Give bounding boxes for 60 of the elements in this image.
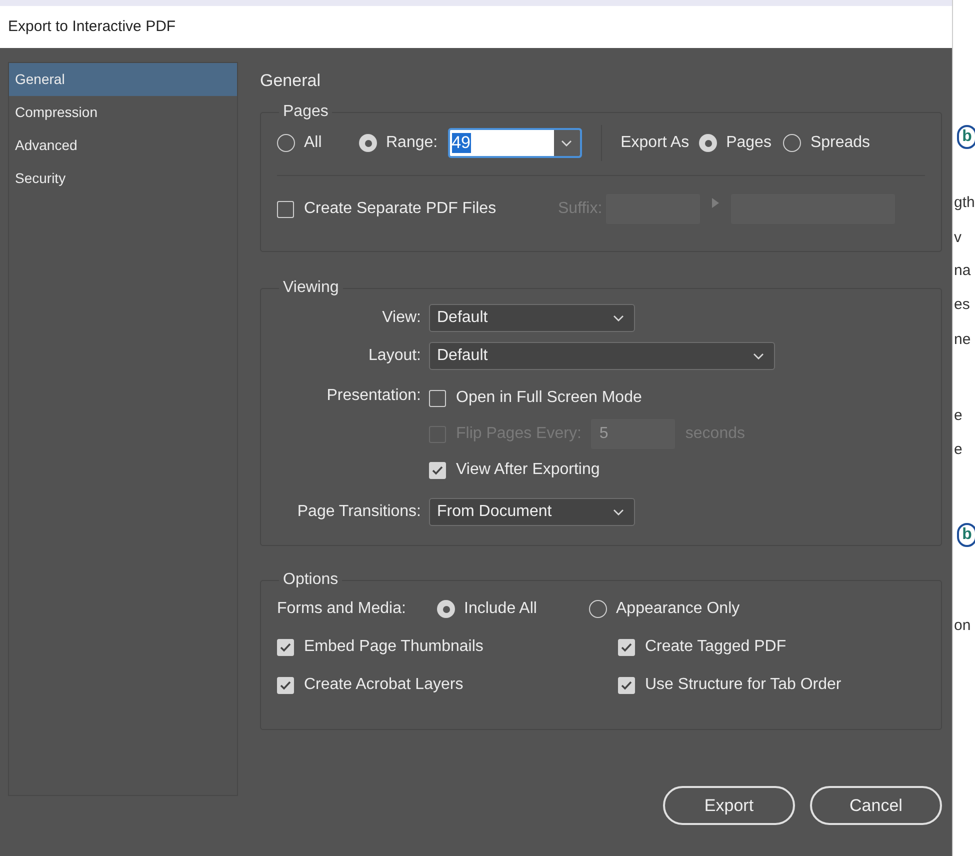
document-text: na <box>954 263 971 278</box>
radio-label[interactable]: All <box>304 131 322 155</box>
export-button[interactable]: Export <box>663 786 795 825</box>
chevron-down-icon <box>753 352 764 360</box>
radio-label[interactable]: Spreads <box>810 131 870 155</box>
chevron-down-icon <box>613 314 624 322</box>
field-label: View: <box>381 308 421 328</box>
document-text: e <box>954 408 962 423</box>
document-text: e <box>954 442 962 457</box>
field-label: Presentation: <box>326 386 421 406</box>
document-text: es <box>954 297 970 312</box>
radio-label[interactable]: Include All <box>464 597 537 621</box>
radio-button[interactable] <box>699 134 718 152</box>
radio-label[interactable]: Pages <box>726 131 772 155</box>
sidebar-item[interactable]: Compression <box>9 96 237 129</box>
checkbox-label[interactable]: Create Tagged PDF <box>645 635 786 659</box>
radio-button[interactable] <box>277 134 295 152</box>
checkbox-label[interactable]: Open in Full Screen Mode <box>456 386 642 410</box>
checkbox-label[interactable]: Embed Page Thumbnails <box>304 635 484 659</box>
checkbox-label[interactable]: Use Structure for Tab Order <box>645 673 842 697</box>
radio-label[interactable]: Range: <box>386 131 438 155</box>
radio-button[interactable] <box>589 600 607 618</box>
check-icon <box>280 642 291 652</box>
group-title: Viewing <box>283 279 339 296</box>
checkbox-label[interactable]: Create Acrobat Layers <box>304 673 464 697</box>
document-text: v <box>954 230 962 245</box>
checkbox-label[interactable]: View After Exporting <box>456 458 600 482</box>
document-text: gth <box>954 195 975 210</box>
field-label: Forms and Media: <box>277 599 407 619</box>
document-text: ne <box>954 332 971 347</box>
radio-label[interactable]: Appearance Only <box>616 597 740 621</box>
check-icon <box>621 680 632 690</box>
triangle-right-icon <box>712 198 720 208</box>
check-icon <box>432 466 443 474</box>
dropdown[interactable]: Default <box>429 304 635 332</box>
dropdown[interactable]: Default <box>429 342 775 370</box>
group-title: Options <box>283 571 338 588</box>
sidebar-item[interactable]: General <box>9 63 237 96</box>
sidebar-item[interactable]: Advanced <box>9 129 237 162</box>
radio-button[interactable] <box>783 134 802 152</box>
window-title: Export to Interactive PDF <box>8 16 176 37</box>
group-title: Pages <box>283 103 328 120</box>
field-label: Page Transitions: <box>296 502 421 522</box>
radio-button[interactable] <box>359 134 377 152</box>
range-field[interactable]: 49 <box>448 128 582 158</box>
dropdown[interactable]: From Document <box>429 498 635 526</box>
check-icon <box>280 680 291 690</box>
document-text: on <box>954 618 971 633</box>
sidebar-item[interactable]: Security <box>9 162 237 195</box>
document-badge: b <box>957 125 975 149</box>
radio-button[interactable] <box>437 600 455 618</box>
cancel-button[interactable]: Cancel <box>810 786 942 825</box>
chevron-down-icon <box>613 508 624 516</box>
field-label: Layout: <box>368 346 421 366</box>
checkbox-label[interactable]: Create Separate PDF Files <box>304 197 496 221</box>
chevron-down-icon <box>561 140 572 146</box>
panel-heading: General <box>260 70 320 92</box>
check-icon <box>621 642 632 652</box>
export-as-label: Export As <box>620 133 690 153</box>
document-badge: b <box>957 523 975 547</box>
